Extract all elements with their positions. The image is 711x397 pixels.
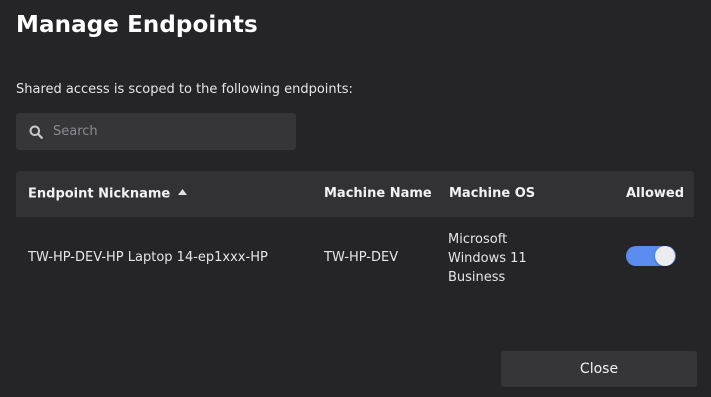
manage-endpoints-dialog: Manage Endpoints Shared access is scoped… xyxy=(0,0,711,397)
search-input[interactable] xyxy=(53,116,296,147)
machine-os-cell: Microsoft Windows 11 Business xyxy=(448,232,527,285)
endpoints-table: Endpoint Nickname Machine Name Machine O… xyxy=(16,171,694,301)
column-header-label: Allowed xyxy=(626,186,685,201)
close-button[interactable]: Close xyxy=(501,351,697,387)
endpoint-nickname-cell: TW-HP-DEV-HP Laptop 14-ep1xxx-HP xyxy=(28,250,268,265)
column-header-machine-name[interactable]: Machine Name xyxy=(324,171,432,217)
column-header-label: Endpoint Nickname xyxy=(28,186,171,202)
allowed-toggle[interactable] xyxy=(626,246,676,266)
dialog-title: Manage Endpoints xyxy=(16,12,258,38)
dialog-subtitle: Shared access is scoped to the following… xyxy=(16,82,353,97)
sort-ascending-icon xyxy=(178,169,188,215)
column-header-label: Machine Name xyxy=(324,186,432,201)
column-header-allowed[interactable]: Allowed xyxy=(626,171,684,217)
table-header: Endpoint Nickname Machine Name Machine O… xyxy=(16,171,694,217)
toggle-knob xyxy=(655,246,675,266)
machine-name-cell: TW-HP-DEV xyxy=(324,250,399,265)
column-header-label: Machine OS xyxy=(449,186,536,201)
search-box[interactable] xyxy=(16,113,296,150)
column-header-endpoint-nickname[interactable]: Endpoint Nickname xyxy=(28,169,188,217)
column-header-machine-os[interactable]: Machine OS xyxy=(449,171,535,217)
search-icon xyxy=(28,124,44,140)
table-row: TW-HP-DEV-HP Laptop 14-ep1xxx-HP TW-HP-D… xyxy=(16,217,694,301)
